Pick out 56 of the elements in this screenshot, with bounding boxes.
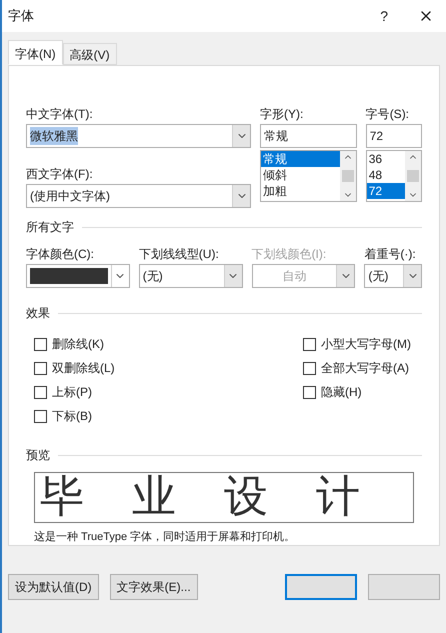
checkbox[interactable]	[34, 362, 47, 374]
checkbox[interactable]	[303, 362, 316, 374]
scrollbar[interactable]	[340, 151, 356, 201]
list-item[interactable]: 36	[366, 151, 405, 167]
section-heading: 所有文字	[26, 219, 74, 236]
list-item[interactable]: 加粗	[261, 183, 340, 199]
checkbox[interactable]	[303, 338, 316, 350]
checkbox-option[interactable]: 上标(P)	[34, 384, 303, 400]
checkbox[interactable]	[34, 338, 47, 350]
text-field[interactable]: 72	[366, 124, 422, 148]
field-label: 下划线颜色(I):	[252, 246, 328, 262]
field-label: 字形(Y):	[260, 106, 304, 122]
checkbox-option[interactable]: 双删除线(L)	[34, 360, 303, 376]
combo-value: (无)	[142, 268, 163, 285]
field-label: 西文字体(F):	[26, 166, 94, 182]
section-heading: 效果	[26, 305, 50, 322]
combo-value: 自动	[282, 268, 306, 285]
text-field[interactable]: 常规	[260, 124, 357, 148]
checkbox-option[interactable]: 下标(B)	[34, 408, 303, 424]
field-label: 字体颜色(C):	[26, 246, 95, 262]
tab[interactable]: 字体(N)	[8, 40, 63, 65]
help-button[interactable]: ?	[380, 6, 388, 26]
checkbox[interactable]	[303, 386, 316, 398]
field-label: 着重号(·):	[364, 246, 417, 262]
default-button[interactable]	[285, 574, 357, 600]
font-description: 这是一种 TrueType 字体，同时适用于屏幕和打印机。	[34, 530, 296, 544]
dropdown[interactable]: (无)	[138, 264, 243, 288]
dialog-button[interactable]: 文字效果(E)...	[110, 574, 198, 600]
checkbox-option[interactable]: 全部大写字母(A)	[303, 360, 411, 376]
dialog-button[interactable]: 设为默认值(D)	[8, 574, 99, 600]
section-heading: 预览	[26, 447, 50, 464]
field-label: 中文字体(T):	[26, 106, 94, 122]
font-combo[interactable]: (使用中文字体)	[26, 184, 251, 208]
checkbox[interactable]	[34, 386, 47, 398]
checkbox[interactable]	[34, 410, 47, 422]
field-label: 字号(S):	[366, 106, 410, 122]
checkbox-option[interactable]: 删除线(K)	[34, 336, 303, 352]
list-item[interactable]: 48	[366, 167, 405, 183]
list-item[interactable]: 72	[366, 183, 405, 199]
checkbox-option[interactable]: 隐藏(H)	[303, 384, 411, 400]
checkbox-option[interactable]: 小型大写字母(M)	[303, 336, 411, 352]
list-box[interactable]: 常规 倾斜 加粗	[260, 150, 357, 202]
combo-value: (无)	[368, 268, 388, 285]
font-combo[interactable]: 微软雅黑	[26, 124, 251, 148]
preview-text: 毕业设计	[40, 473, 408, 522]
window-title: 字体	[8, 7, 35, 26]
list-item[interactable]: 倾斜	[261, 167, 340, 183]
dropdown[interactable]: (无)	[364, 264, 422, 288]
combo-value: (使用中文字体)	[30, 188, 110, 205]
color-picker[interactable]	[26, 264, 130, 288]
combo-value: 微软雅黑	[30, 127, 78, 145]
tab[interactable]: 高级(V)	[62, 43, 117, 65]
list-item[interactable]: 常规	[261, 151, 340, 167]
field-label: 下划线线型(U):	[138, 246, 220, 262]
scrollbar[interactable]	[405, 151, 421, 201]
list-box[interactable]: 36 48 72	[366, 150, 422, 202]
